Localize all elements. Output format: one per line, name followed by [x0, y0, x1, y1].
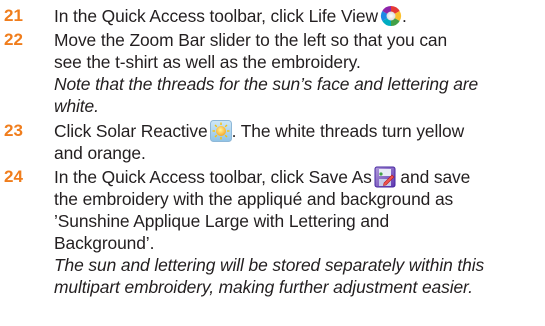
life-view-icon [380, 5, 402, 27]
step-text-line: In the Quick Access toolbar, click Save … [54, 167, 372, 187]
step-number: 24 [4, 167, 23, 186]
step-text-line: ’Sunshine Applique Large with Lettering … [54, 211, 390, 231]
step-text: Click Solar Reactive. The white threads … [54, 120, 545, 164]
save-as-icon [374, 166, 396, 188]
step-text: In the Quick Access toolbar, click Save … [54, 166, 545, 298]
step-text: Move the Zoom Bar slider to the left so … [54, 29, 545, 117]
step-text: In the Quick Access toolbar, click Life … [54, 5, 407, 27]
step-text-line: the embroidery with the appliqué and bac… [54, 189, 454, 209]
step-number: 21 [4, 6, 23, 25]
step-text-line: Move the Zoom Bar slider to the left so … [54, 30, 448, 50]
step-note-line: white. [54, 96, 99, 116]
step-note-line: Note that the threads for the sun’s face… [54, 74, 479, 94]
step-note-line: multipart embroidery, making further adj… [54, 277, 473, 297]
step-text-line: and orange. [54, 143, 146, 163]
step-number: 23 [4, 121, 23, 140]
step-text-line: In the Quick Access toolbar, click Life … [54, 6, 378, 26]
step-number: 22 [4, 30, 23, 49]
step-text-line: see the t-shirt as well as the embroider… [54, 52, 361, 72]
solar-reactive-icon [209, 120, 232, 142]
step-note-line: The sun and lettering will be stored sep… [54, 255, 485, 275]
step-text-line: Click Solar Reactive [54, 121, 208, 141]
step-text-line: Background’. [54, 233, 155, 253]
